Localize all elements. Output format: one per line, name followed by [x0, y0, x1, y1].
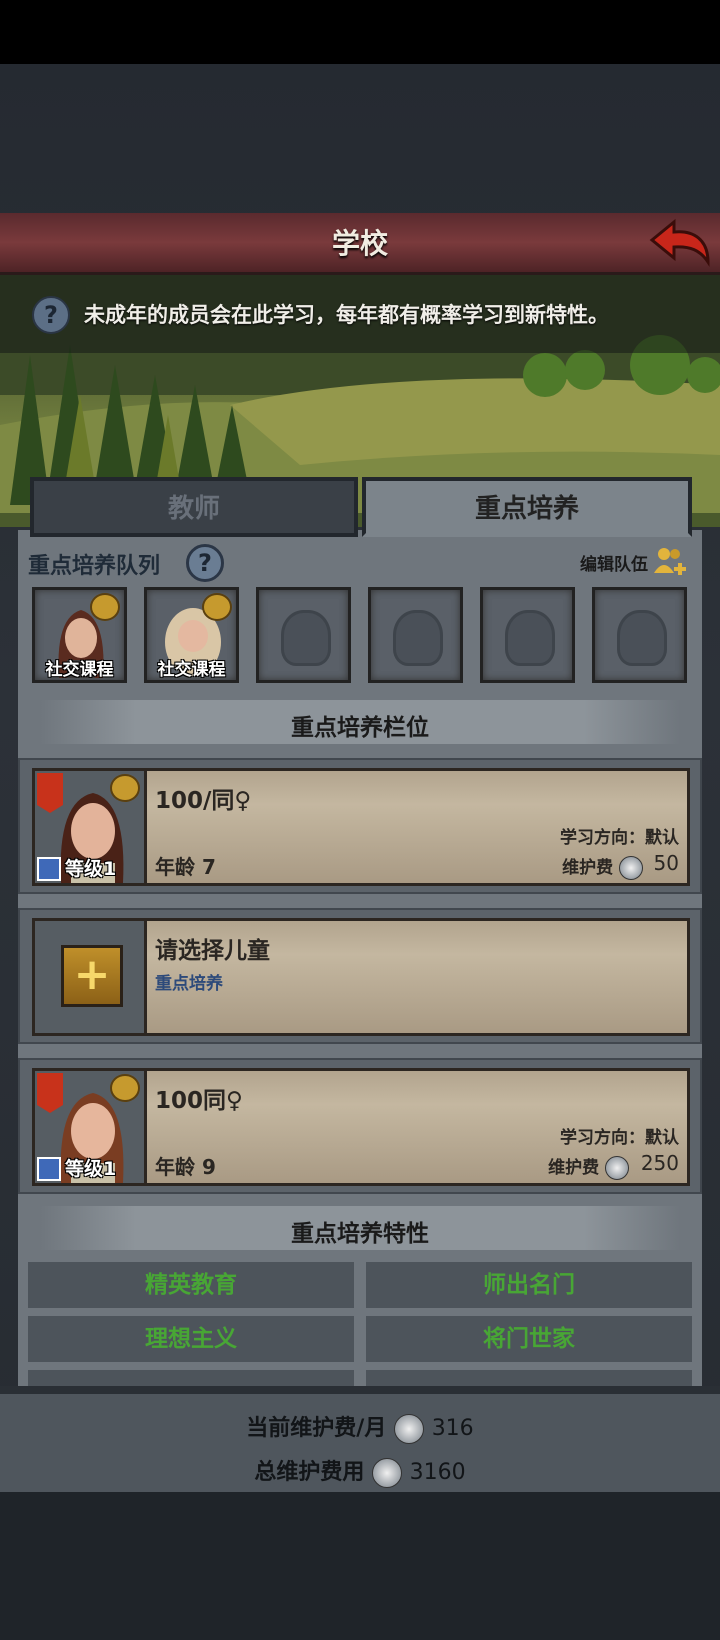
slot-subtitle: 重点培养	[155, 974, 223, 994]
fee-value: 250	[640, 1151, 679, 1175]
trait-button[interactable]: 将门世家	[366, 1316, 692, 1362]
age-value: 7	[201, 855, 216, 879]
slots-section-title: 重点培养栏位	[291, 715, 429, 741]
flame-icon	[37, 1073, 63, 1113]
trait-button[interactable]: 精英教育	[28, 1262, 354, 1308]
age-label: 年龄	[155, 855, 195, 879]
queue-slot[interactable]: 社交课程	[32, 587, 127, 683]
age-text: 年龄 9	[155, 1151, 216, 1180]
helmet-icon	[393, 610, 443, 666]
avatar: 等级1	[35, 1071, 147, 1183]
level-label: 等级1	[65, 1158, 117, 1180]
study-direction: 学习方向：默认	[560, 828, 679, 848]
fee-label-text: 维护费	[548, 1158, 600, 1178]
question-icon[interactable]: ?	[32, 296, 70, 334]
info-text: 未成年的成员会在此学习，每年都有概率学习到新特性。	[84, 303, 609, 327]
slot-label: 社交课程	[45, 660, 114, 680]
fee-label: 维护费	[562, 853, 643, 880]
queue-slot[interactable]: 社交课程	[144, 587, 239, 683]
flame-icon	[37, 773, 63, 813]
helmet-icon	[281, 610, 331, 666]
sword-icon	[37, 857, 61, 881]
monthly-fee-value: 316	[431, 1416, 474, 1441]
avatar: 等级1	[35, 771, 147, 883]
back-arrow-icon[interactable]	[648, 216, 712, 270]
swap-icon[interactable]	[110, 774, 140, 802]
training-slot-empty[interactable]: + 请选择儿童 重点培养	[18, 908, 702, 1044]
divider	[0, 1386, 720, 1394]
fee-label-text: 维护费	[562, 858, 614, 878]
trait-button-partial[interactable]	[28, 1370, 354, 1386]
trait-button-partial[interactable]	[366, 1370, 692, 1386]
queue-title: 重点培养队列	[28, 554, 161, 579]
swap-icon	[90, 593, 120, 621]
bottom-area	[0, 1492, 720, 1640]
tab-teacher[interactable]: 教师	[30, 477, 358, 537]
traits-section-title: 重点培养特性	[291, 1221, 429, 1247]
swap-icon[interactable]	[110, 1074, 140, 1102]
add-member-icon[interactable]	[654, 545, 688, 577]
status-bar-area	[0, 0, 720, 64]
age-value: 9	[201, 1155, 216, 1179]
select-child-prompt: 请选择儿童	[155, 938, 270, 964]
silver-coin-icon	[372, 1458, 402, 1488]
total-fee-row: 总维护费用 3160	[0, 1454, 720, 1488]
queue-slot-empty[interactable]	[592, 587, 687, 683]
total-fee-label: 总维护费用	[254, 1460, 365, 1485]
training-slot-card[interactable]: 等级1 100/同♀ 年龄 7 学习方向：默认 维护费 50	[18, 758, 702, 894]
add-child-button[interactable]: +	[61, 945, 123, 1007]
swap-icon	[202, 593, 232, 621]
helmet-icon	[505, 610, 555, 666]
fee-value: 50	[653, 851, 679, 875]
fee-label: 维护费	[548, 1153, 629, 1180]
slot-label: 社交课程	[157, 660, 226, 680]
study-direction: 学习方向：默认	[560, 1128, 679, 1148]
monthly-fee-row: 当前维护费/月 316	[0, 1410, 720, 1444]
training-slot-card[interactable]: 等级1 100同♀ 年龄 9 学习方向：默认 维护费 250	[18, 1058, 702, 1194]
level-label: 等级1	[65, 858, 117, 880]
silver-coin-icon	[394, 1414, 425, 1444]
page-title: 学校	[331, 227, 388, 260]
child-name: 100同♀	[155, 1088, 243, 1114]
tab-focus-training[interactable]: 重点培养	[362, 477, 692, 537]
age-text: 年龄 7	[155, 851, 216, 880]
silver-coin-icon	[619, 856, 643, 880]
edit-team-button[interactable]: 编辑队伍	[580, 550, 648, 575]
queue-slot-empty[interactable]	[480, 587, 575, 683]
silver-coin-icon	[605, 1156, 629, 1180]
age-label: 年龄	[155, 1155, 195, 1179]
monthly-fee-label: 当前维护费/月	[246, 1416, 387, 1441]
question-icon[interactable]: ?	[186, 544, 224, 582]
child-name: 100/同♀	[155, 788, 252, 814]
queue-slot-empty[interactable]	[368, 587, 463, 683]
empty-portrait: +	[35, 921, 147, 1033]
trait-button[interactable]: 师出名门	[366, 1262, 692, 1308]
sword-icon	[37, 1157, 61, 1181]
total-fee-value: 3160	[409, 1460, 466, 1485]
helmet-icon	[617, 610, 667, 666]
queue-slot-empty[interactable]	[256, 587, 351, 683]
trait-button[interactable]: 理想主义	[28, 1316, 354, 1362]
